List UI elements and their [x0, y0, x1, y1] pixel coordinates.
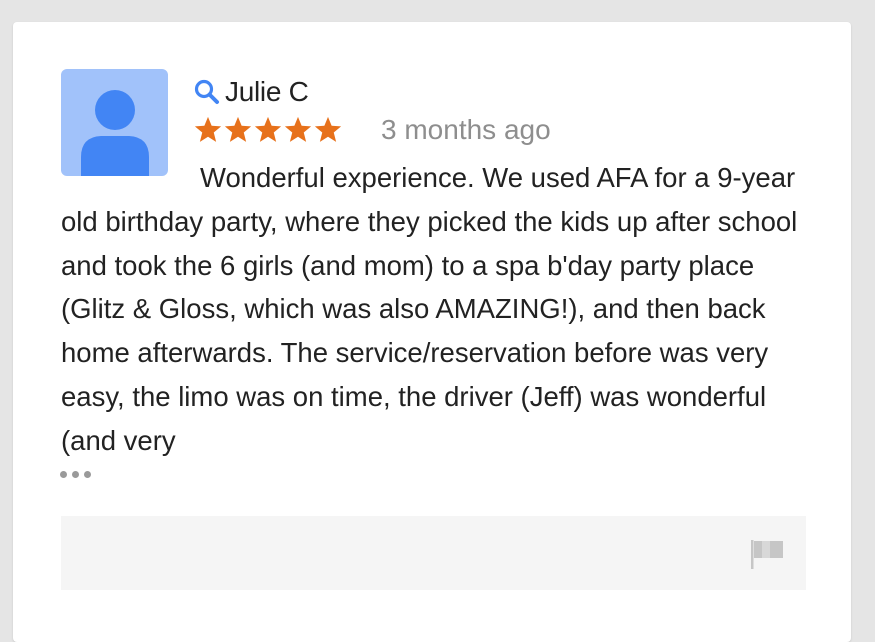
star-icon: [314, 116, 342, 142]
review-footer: [61, 516, 806, 590]
search-icon: [194, 79, 219, 104]
star-rating: [193, 115, 343, 145]
dot: [72, 470, 79, 478]
flag-icon[interactable]: [750, 538, 784, 570]
star-icon: [194, 116, 222, 142]
star-icon: [224, 116, 252, 142]
review-timestamp: 3 months ago: [381, 114, 551, 145]
dot: [84, 470, 91, 478]
star-icon: [254, 116, 282, 142]
review-text: Wonderful experience. We used AFA for a …: [61, 162, 798, 456]
dot: [60, 470, 67, 478]
more-dots-icon[interactable]: [60, 466, 100, 482]
rating-row: 3 months ago: [193, 112, 551, 148]
review-card: Julie C 3 months ago Wonderful experienc…: [13, 22, 851, 642]
star-icon: [284, 116, 312, 142]
reviewer: Julie C: [193, 74, 309, 110]
reviewer-name[interactable]: Julie C: [225, 76, 309, 108]
